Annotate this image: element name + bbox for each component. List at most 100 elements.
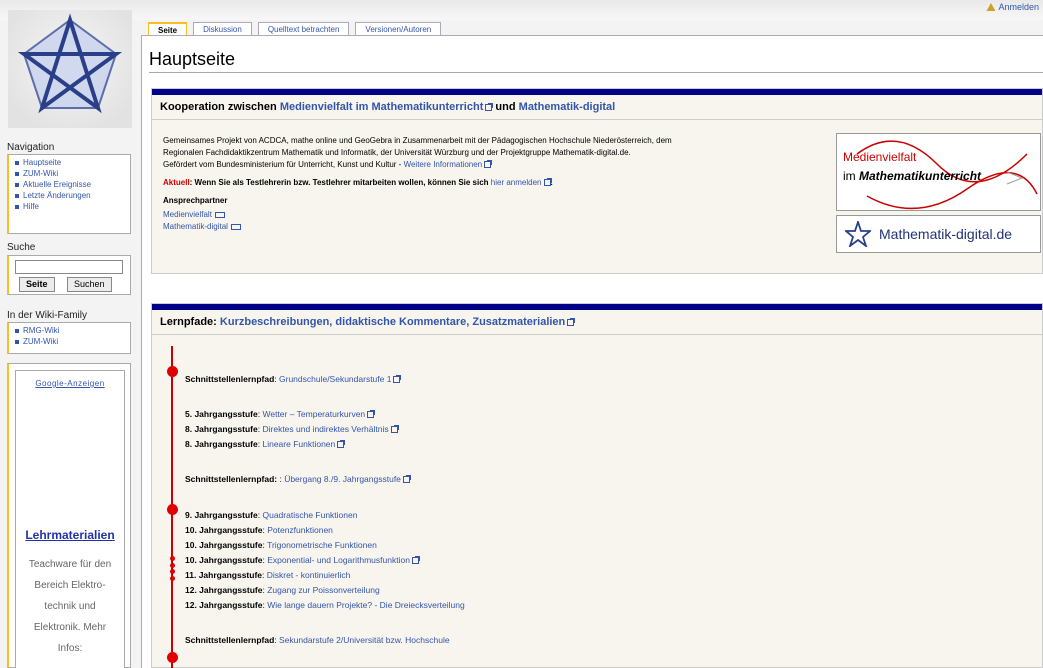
ad-frame: Google-Anzeigen Lehrmaterialien Teachwar… <box>15 370 125 668</box>
timeline-dot <box>169 556 175 561</box>
search-portlet: Seite Suchen <box>7 255 131 295</box>
family-item[interactable]: ZUM-Wiki <box>15 336 130 347</box>
nav-link[interactable]: RMG-Wiki <box>23 325 59 336</box>
login-link[interactable]: Anmelden <box>986 2 1039 12</box>
tab-0[interactable]: Seite <box>148 22 188 36</box>
learning-path-row: Schnittstellenlernpfad: Grundschule/Seku… <box>185 374 402 384</box>
grade-label: 10. Jahrgangsstufe <box>185 540 263 550</box>
timeline-dot <box>166 366 178 377</box>
external-link-icon <box>484 160 493 169</box>
title-divider <box>149 72 1043 73</box>
nav-link[interactable]: Hauptseite <box>23 157 61 168</box>
family-portlet: RMG-Wiki ZUM-Wiki <box>7 322 131 354</box>
nav-link[interactable]: ZUM-Wiki <box>23 336 58 347</box>
external-link-icon <box>567 317 576 326</box>
bullet-icon <box>15 182 19 187</box>
bullet-icon <box>15 171 19 176</box>
learning-path-row: 5. Jahrgangsstufe: Wetter – Temperaturku… <box>185 409 376 419</box>
medienvielfalt-link[interactable]: Medienvielfalt im Mathematikunterricht <box>280 101 494 113</box>
external-link-icon <box>485 102 494 111</box>
learning-path-link[interactable]: Potenzfunktionen <box>267 525 333 535</box>
user-icon <box>986 3 996 11</box>
heading-prefix: Kooperation zwischen <box>160 101 277 113</box>
tab-2[interactable]: Quelltext betrachten <box>257 22 350 36</box>
pentagram-logo-icon <box>17 13 123 114</box>
learning-path-link[interactable]: Quadratische Funktionen <box>262 510 357 520</box>
bullet-icon <box>15 328 19 333</box>
contact-heading: Ansprechpartner <box>163 196 228 205</box>
ad-text: Teachware für den Bereich Elektro-techni… <box>28 559 112 654</box>
contact-1[interactable]: Medienvielfalt <box>163 209 823 221</box>
nav-item[interactable]: Hauptseite <box>15 157 130 168</box>
nav-link[interactable]: Aktuelle Ereignisse <box>23 179 91 190</box>
search-button[interactable]: Suchen <box>67 277 112 292</box>
mail-icon <box>230 223 241 230</box>
nav-link[interactable]: Letzte Änderungen <box>23 190 91 201</box>
site-logo[interactable] <box>8 10 132 128</box>
paragraph-3: Gefördert vom Bundesministerium für Unte… <box>163 159 823 171</box>
search-input[interactable] <box>15 260 123 274</box>
learning-path-link[interactable]: Zugang zur Poissonverteilung <box>267 585 379 595</box>
ad-header[interactable]: Google-Anzeigen <box>16 379 124 388</box>
descriptions-link[interactable]: Kurzbeschreibungen, didaktische Kommenta… <box>220 316 576 328</box>
timeline-dot <box>166 652 178 663</box>
nav-item[interactable]: Hilfe <box>15 201 130 212</box>
learning-path-link[interactable]: Trigonometrische Funktionen <box>267 540 377 550</box>
go-button[interactable]: Seite <box>19 277 55 292</box>
bullet-icon <box>15 204 19 209</box>
learning-path-link[interactable]: Exponential- und Logarithmusfunktion <box>267 555 410 565</box>
star-icon <box>845 221 871 247</box>
family-title: In der Wiki-Family <box>7 310 88 321</box>
cooperation-heading: Kooperation zwischen Medienvielfalt im M… <box>152 95 1042 120</box>
mathematik-digital-logo[interactable]: Mathematik-digital.de <box>836 215 1041 253</box>
heading-mid: und <box>495 101 516 113</box>
nav-item[interactable]: Letzte Änderungen <box>15 190 130 201</box>
more-info-link[interactable]: Weitere Informationen <box>404 160 493 169</box>
external-link-icon <box>367 410 376 419</box>
nav-link[interactable]: ZUM-Wiki <box>23 168 58 179</box>
grade-label: 8. Jahrgangsstufe <box>185 439 258 449</box>
grade-label: 5. Jahrgangsstufe <box>185 409 258 419</box>
learning-path-link[interactable]: Wie lange dauern Projekte? - Die Dreieck… <box>267 600 464 610</box>
medienvielfalt-logo[interactable]: Medienvielfalt im Mathematikunterricht <box>836 133 1041 211</box>
family-item[interactable]: RMG-Wiki <box>15 325 130 336</box>
learning-path-row: 8. Jahrgangsstufe: Direktes und indirekt… <box>185 424 399 434</box>
register-link[interactable]: hier anmelden <box>491 178 552 187</box>
cooperation-box: Kooperation zwischen Medienvielfalt im M… <box>151 88 1043 274</box>
learning-path-link[interactable]: Übergang 8./9. Jahrgangsstufe <box>284 474 401 484</box>
login-link-label[interactable]: Anmelden <box>998 2 1039 12</box>
learning-path-link[interactable]: Diskret - kontinuierlich <box>267 570 351 580</box>
nav-item[interactable]: ZUM-Wiki <box>15 168 130 179</box>
learning-path-link[interactable]: Lineare Funktionen <box>262 439 335 449</box>
grade-label: 9. Jahrgangsstufe <box>185 510 258 520</box>
search-title: Suche <box>7 242 36 253</box>
timeline-dot <box>169 569 175 574</box>
grade-label: 10. Jahrgangsstufe <box>185 525 263 535</box>
aktuell-notice: Aktuell: Wenn Sie als Testlehrerin bzw. … <box>163 178 553 187</box>
learning-path-link[interactable]: Grundschule/Sekundarstufe 1 <box>279 374 391 384</box>
cooperation-body: Gemeinsames Projekt von ACDCA, mathe onl… <box>163 135 823 233</box>
learning-path-link[interactable]: Sekundarstufe 2/Universität bzw. Hochsch… <box>279 635 450 645</box>
grade-label: 12. Jahrgangsstufe <box>185 585 263 595</box>
tab-3[interactable]: Versionen/Autoren <box>355 22 442 36</box>
timeline-dot <box>169 563 175 568</box>
tab-1[interactable]: Diskussion <box>193 22 252 36</box>
nav-item[interactable]: Aktuelle Ereignisse <box>15 179 130 190</box>
learning-path-link[interactable]: Direktes und indirektes Verhältnis <box>262 424 388 434</box>
paragraph-2: Regionalen Fachdidaktikzentrum Mathemati… <box>163 148 631 157</box>
timeline-dot <box>166 504 178 515</box>
mathematik-digital-link[interactable]: Mathematik-digital <box>519 101 616 113</box>
learning-path-link[interactable]: Wetter – Temperaturkurven <box>262 409 365 419</box>
external-link-icon <box>543 178 552 187</box>
page-title: Hauptseite <box>149 49 236 69</box>
logo-line-1: Medienvielfalt <box>843 150 917 164</box>
nav-link[interactable]: Hilfe <box>23 201 39 212</box>
ad-portlet: Google-Anzeigen Lehrmaterialien Teachwar… <box>7 363 131 668</box>
contact-2[interactable]: Mathematik-digital <box>163 221 823 233</box>
learning-path-row: 9. Jahrgangsstufe: Quadratische Funktion… <box>185 510 357 520</box>
learning-path-row: 10. Jahrgangsstufe: Potenzfunktionen <box>185 525 333 535</box>
grade-label: 11. Jahrgangsstufe <box>185 570 263 580</box>
ad-headline[interactable]: Lehrmaterialien <box>16 528 124 542</box>
learning-path-row: 12. Jahrgangsstufe: Zugang zur Poissonve… <box>185 585 380 595</box>
learning-path-row: 10. Jahrgangsstufe: Trigonometrische Fun… <box>185 540 377 550</box>
